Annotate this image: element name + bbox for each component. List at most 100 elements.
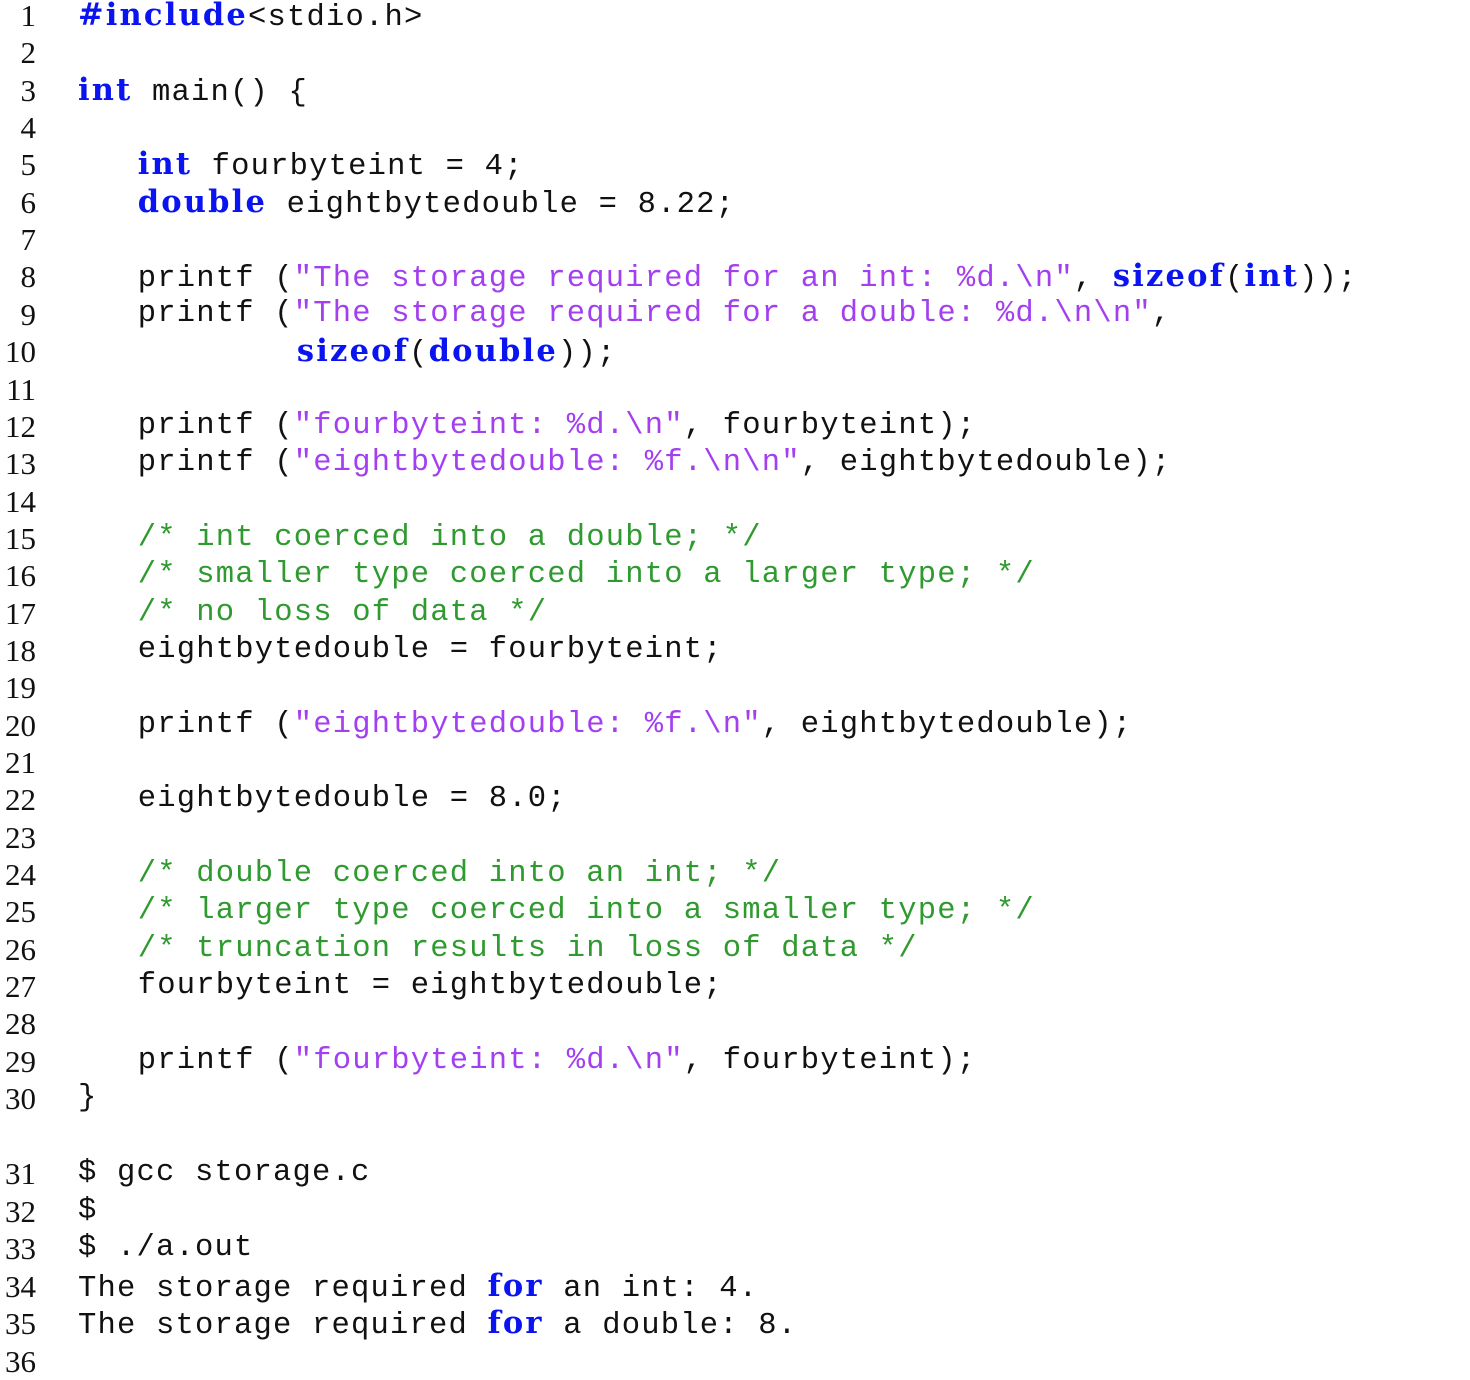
line-number: 14 <box>5 483 36 519</box>
code-text: $ <box>78 1193 98 1230</box>
line-number: 24 <box>5 857 36 893</box>
line-number: 9 <box>20 296 37 332</box>
keyword-token: double <box>137 183 268 220</box>
string-literal-token: "The storage required for a double: %d.\… <box>293 296 1152 331</box>
line-number: 26 <box>5 931 36 967</box>
code-token: printf ( <box>137 262 294 297</box>
code-text: } <box>78 1080 98 1117</box>
code-text: /* int coerced into a double; */ <box>138 520 762 557</box>
line-number: 8 <box>20 259 37 295</box>
string-literal-token: "eightbytedouble: %f.\n\n" <box>293 446 801 481</box>
line-number: 13 <box>5 446 36 482</box>
code-token: )); <box>1298 262 1358 297</box>
line-number: 22 <box>5 782 36 818</box>
code-token: $ ./a.out <box>78 1231 254 1265</box>
line-number: 18 <box>5 632 36 668</box>
code-text: printf ("fourbyteint: %d.\n", fourbytein… <box>138 408 977 445</box>
code-token: printf ( <box>137 296 294 331</box>
code-token: eightbytedouble = fourbyteint; <box>137 632 723 667</box>
code-token: The storage required <box>78 1271 488 1306</box>
line-number: 7 <box>20 222 37 258</box>
code-token: $ <box>78 1193 98 1228</box>
code-token: eightbytedouble = 8.22; <box>267 187 736 222</box>
line-number: 30 <box>5 1081 36 1117</box>
comment-token: /* smaller type coerced into a larger ty… <box>137 558 1035 593</box>
line-number: 35 <box>5 1306 36 1341</box>
line-number: 20 <box>5 707 36 743</box>
keyword-token: int <box>78 71 133 108</box>
code-text: eightbytedouble = 8.0; <box>138 781 567 818</box>
code-text: /* truncation results in loss of data */ <box>138 931 918 968</box>
line-number: 15 <box>5 520 36 556</box>
string-literal-token: "fourbyteint: %d.\n" <box>293 408 684 443</box>
comment-token: /* double coerced into an int; */ <box>137 857 782 892</box>
code-text: fourbyteint = eightbytedouble; <box>138 968 723 1005</box>
keyword-token: sizeof <box>296 333 410 370</box>
code-token: fourbyteint = 4; <box>192 150 524 185</box>
code-text: /* smaller type coerced into a larger ty… <box>138 557 1035 594</box>
code-text: int fourbyteint = 4; <box>138 146 524 186</box>
code-token: <stdio.h> <box>247 1 424 35</box>
line-number: 29 <box>5 1043 36 1079</box>
code-text: printf ("The storage required for a doub… <box>138 296 1172 333</box>
code-text: double eightbytedouble = 8.22; <box>138 184 735 224</box>
line-number: 31 <box>5 1156 36 1191</box>
code-text: /* double coerced into an int; */ <box>138 856 782 893</box>
code-token: printf ( <box>137 1043 294 1078</box>
code-text: #include<stdio.h> <box>78 0 424 37</box>
line-number: 36 <box>5 1343 36 1379</box>
code-text: printf ("The storage required for an int… <box>138 258 1358 298</box>
line-number: 16 <box>5 558 36 594</box>
code-text: The storage required for an int: 4. <box>78 1268 758 1308</box>
code-token: ( <box>1225 262 1245 297</box>
line-number: 10 <box>5 334 36 370</box>
line-number: 4 <box>20 110 37 146</box>
line-number: 28 <box>5 1006 36 1042</box>
line-number: 17 <box>5 595 36 631</box>
code-token: } <box>78 1081 98 1116</box>
keyword-token: int <box>1244 258 1299 295</box>
code-token: , <box>1151 296 1172 331</box>
code-text: eightbytedouble = fourbyteint; <box>138 632 723 669</box>
code-token: eightbytedouble = 8.0; <box>137 782 567 817</box>
code-token: a double: 8. <box>543 1309 798 1343</box>
code-text: printf ("fourbyteint: %d.\n", fourbytein… <box>138 1043 977 1080</box>
code-text: printf ("eightbytedouble: %f.\n", eightb… <box>138 707 1133 744</box>
code-token: , fourbyteint); <box>683 1043 977 1078</box>
line-number: 2 <box>20 35 37 71</box>
code-text: int main() { <box>78 72 308 112</box>
keyword-token: for <box>487 1267 544 1304</box>
line-number: 25 <box>5 894 36 930</box>
line-number: 6 <box>20 184 37 220</box>
code-text: sizeof(double)); <box>297 333 617 373</box>
line-number: 1 <box>20 0 37 33</box>
code-token: printf ( <box>137 446 294 481</box>
line-number: 34 <box>5 1268 36 1304</box>
code-token: , <box>1073 262 1113 297</box>
keyword-token: for <box>487 1305 544 1341</box>
comment-token: /* truncation results in loss of data */ <box>137 931 918 966</box>
string-literal-token: "fourbyteint: %d.\n" <box>293 1043 684 1078</box>
code-text: $ ./a.out <box>78 1230 254 1267</box>
code-token: an int: 4. <box>543 1271 759 1306</box>
comment-token: /* int coerced into a double; */ <box>137 520 762 555</box>
code-text: /* no loss of data */ <box>138 595 548 632</box>
code-token: )); <box>557 337 617 372</box>
code-token: , eightbytedouble); <box>800 446 1172 481</box>
keyword-token: int <box>137 146 193 183</box>
code-token: The storage required <box>78 1309 488 1343</box>
keyword-token: double <box>428 333 558 370</box>
line-number: 11 <box>6 371 36 407</box>
line-number: 33 <box>5 1231 36 1266</box>
line-number: 5 <box>20 147 37 183</box>
string-literal-token: "eightbytedouble: %f.\n" <box>293 707 762 742</box>
line-number: 27 <box>5 969 36 1005</box>
code-text: printf ("eightbytedouble: %f.\n\n", eigh… <box>138 445 1172 482</box>
code-token: printf ( <box>137 408 294 443</box>
code-token: , eightbytedouble); <box>761 707 1133 742</box>
code-token: main() { <box>132 75 308 110</box>
line-number: 3 <box>20 72 37 108</box>
code-text: The storage required for a double: 8. <box>78 1305 797 1345</box>
keyword-token: sizeof <box>1112 258 1226 295</box>
line-number: 19 <box>5 670 36 706</box>
